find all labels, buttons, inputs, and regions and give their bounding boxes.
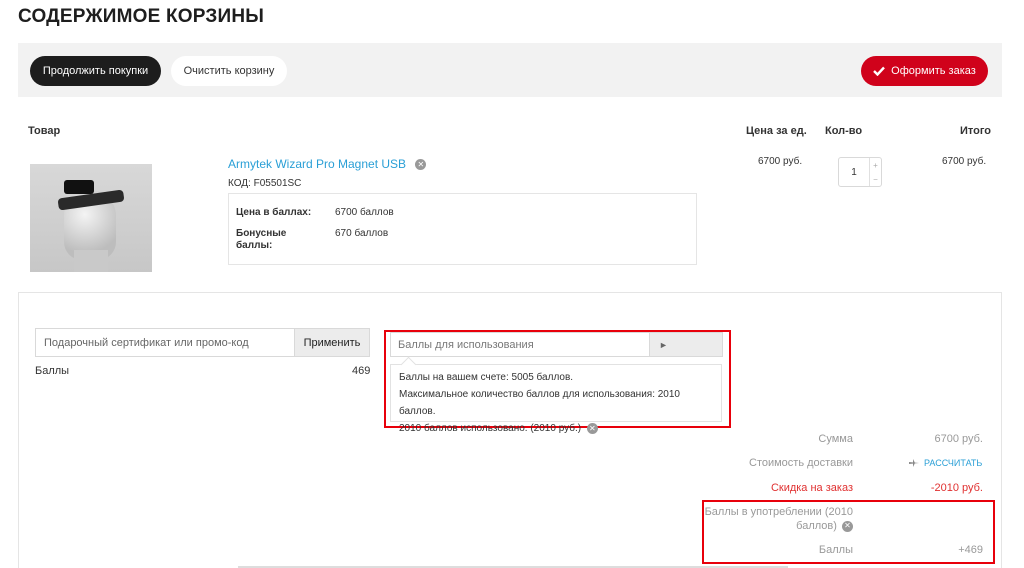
unit-price: 6700 руб.: [758, 156, 803, 167]
points-used-line2: баллов): [796, 520, 837, 532]
header-unit-price: Цена за ед.: [746, 125, 807, 137]
bonus-info-tooltip: Баллы на вашем счете: 5005 баллов. Макси…: [390, 364, 722, 434]
sum-value: 6700 руб.: [934, 433, 983, 445]
points-used-line1: Баллы в употреблении (2010: [704, 506, 853, 518]
tip-used: 2010 баллов использовано. (2010 руб.) ✕: [399, 420, 713, 437]
quantity-arrows[interactable]: + −: [869, 158, 881, 186]
increment-icon[interactable]: +: [873, 161, 878, 170]
points-used-label: Баллы в употреблении (2010 баллов) ✕: [705, 505, 853, 533]
summary-points-value: +469: [958, 544, 983, 556]
bonus-input-placeholder[interactable]: Баллы для использования: [398, 333, 534, 356]
header-total: Итого: [960, 125, 992, 137]
item-total: 6700 руб.: [942, 156, 987, 167]
product-name-link[interactable]: Armytek Wizard Pro Magnet USB: [228, 157, 406, 171]
points-price-label: Цена в баллах:: [236, 207, 312, 218]
flashlight: [64, 180, 94, 194]
mannequin-neck: [74, 250, 108, 272]
header-qty: Кол-во: [825, 125, 863, 137]
quantity-value[interactable]: 1: [839, 158, 869, 186]
points-value: 469: [352, 365, 371, 377]
continue-shopping-button[interactable]: Продолжить покупки: [30, 56, 161, 86]
remove-points-icon[interactable]: ✕: [842, 520, 853, 532]
sum-label: Сумма: [818, 433, 853, 445]
tip-max: Максимальное количество баллов для испол…: [399, 389, 680, 417]
quantity-stepper[interactable]: 1 + −: [838, 157, 882, 187]
checkmark-icon: [873, 66, 886, 76]
bonus-points-label: Бонусные баллы:: [236, 228, 287, 251]
play-icon: ►: [659, 339, 668, 350]
points-price-value: 6700 баллов: [335, 207, 394, 218]
calculate-label: РАССЧИТАТЬ: [924, 458, 983, 468]
promo-placeholder[interactable]: Подарочный сертификат или промо-код: [44, 329, 249, 356]
summary-points-label: Баллы: [818, 544, 853, 556]
decrement-icon[interactable]: −: [873, 175, 878, 184]
clear-cart-button[interactable]: Очистить корзину: [171, 56, 287, 86]
tip-balance: Баллы на вашем счете: 5005 баллов.: [399, 372, 574, 383]
checkout-button[interactable]: Оформить заказ: [861, 56, 988, 86]
bonus-points-value: 670 баллов: [335, 228, 389, 239]
delivery-label: Стоимость доставки: [749, 457, 853, 469]
airplane-icon: [909, 459, 919, 467]
bonus-points-input[interactable]: Баллы для использования ►: [390, 332, 723, 357]
page-title: СОДЕРЖИМОЕ КОРЗИНЫ: [18, 6, 265, 27]
header-product: Товар: [28, 125, 61, 137]
points-label: Баллы: [35, 365, 70, 377]
tip-used-text: 2010 баллов использовано. (2010 руб.): [399, 423, 582, 434]
bonus-submit-button[interactable]: ►: [649, 333, 722, 356]
product-image[interactable]: [30, 164, 152, 272]
remove-item-icon[interactable]: ✕: [415, 159, 427, 171]
cancel-points-icon[interactable]: ✕: [586, 422, 598, 434]
product-code: КОД: F05501SC: [228, 178, 302, 189]
promo-code-field[interactable]: Подарочный сертификат или промо-код Прим…: [35, 328, 370, 357]
points-used-line2-wrap: баллов) ✕: [705, 519, 853, 533]
calculate-delivery-link[interactable]: РАССЧИТАТЬ: [909, 458, 982, 468]
discount-label: Скидка на заказ: [770, 482, 853, 494]
discount-value: -2010 руб.: [930, 482, 983, 494]
checkout-label: Оформить заказ: [891, 65, 976, 77]
apply-button[interactable]: Применить: [294, 329, 369, 356]
points-info-box: Цена в баллах: 6700 баллов Бонусные балл…: [228, 193, 697, 265]
cart-toolbar: Продолжить покупки Очистить корзину Офор…: [18, 43, 1002, 97]
product-name: Armytek Wizard Pro Magnet USB ✕: [228, 157, 427, 171]
